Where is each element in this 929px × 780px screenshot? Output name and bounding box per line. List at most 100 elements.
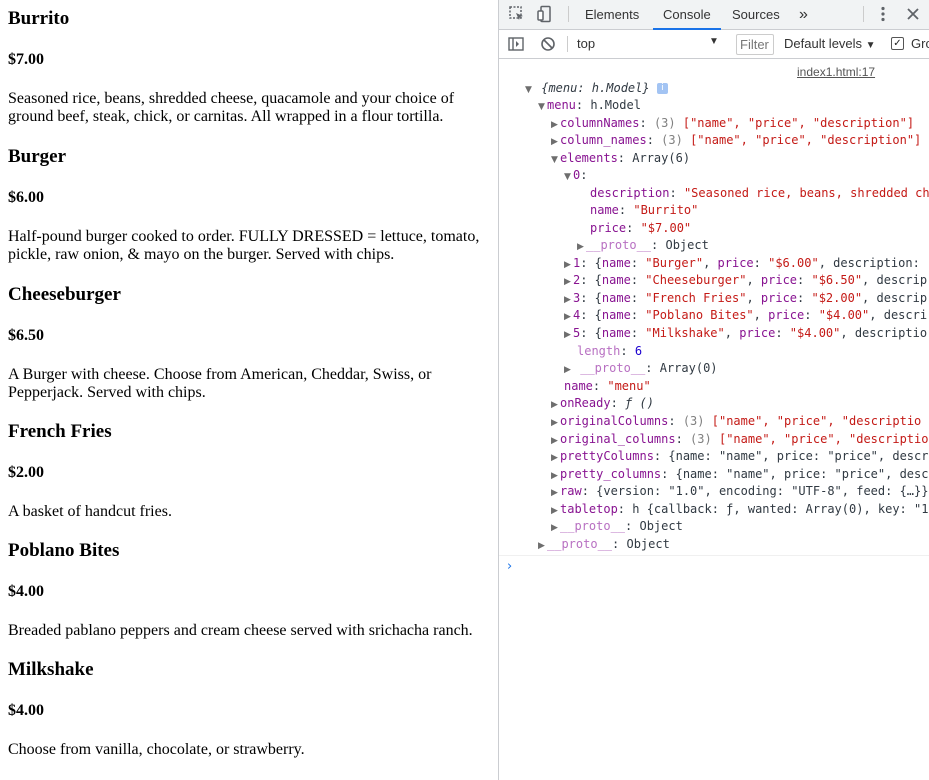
console-prompt[interactable]: › — [507, 559, 512, 574]
tree-row[interactable]: ▶ columnNames: (3) ["name", "price", "des… — [551, 115, 914, 132]
tree-row[interactable]: ▶ 1: {name: "Burger", price: "$6.00", des… — [564, 255, 920, 272]
item-description: A basket of handcut fries. — [8, 503, 172, 520]
prop-key: 2 — [573, 273, 581, 287]
prop-value: "$4.00" — [789, 326, 841, 340]
tree-row: name: "menu" — [564, 379, 651, 393]
prop-value: "$7.00" — [640, 221, 692, 235]
prop-key: name — [564, 379, 593, 393]
item-description: Half-pound burger cooked to order. FULLY… — [8, 228, 480, 263]
group-similar-checkbox[interactable]: ✓ — [891, 37, 904, 50]
prop-value: ["name", "price", "descriptio — [711, 414, 922, 428]
context-selector[interactable]: top — [577, 36, 595, 51]
toolbar-divider — [568, 6, 569, 22]
tab-sources[interactable]: Sources — [732, 0, 780, 29]
item-price: $2.00 — [8, 464, 44, 481]
tree-row[interactable]: ▶ tabletop: h {callback: ƒ, wanted: Array… — [551, 501, 928, 518]
prop-key: 0 — [573, 168, 581, 182]
tree-row[interactable]: ▶ __proto__: Object — [538, 536, 670, 553]
item-price: $6.50 — [8, 327, 44, 344]
tree-row[interactable]: ▶ prettyColumns: {name: "name", price: "p… — [551, 448, 928, 465]
prop-key: __proto__ — [547, 537, 613, 551]
tree-row[interactable]: ▶ 3: {name: "French Fries", price: "$2.00… — [564, 290, 927, 307]
tab-console[interactable]: Console — [653, 0, 721, 30]
tree-row[interactable]: ▶ __proto__: Array(0) — [564, 360, 718, 377]
prop-value: Object — [639, 519, 683, 533]
item-price: $6.00 — [8, 189, 44, 206]
prop-key: elements — [560, 151, 618, 165]
tree-row[interactable]: ▶ pretty_columns: {name: "name", price: "… — [551, 466, 928, 483]
prop-value: h {callback: ƒ, wanted: Array(0), key: "… — [632, 502, 929, 516]
collapsed-triangle-icon: ▶ — [564, 277, 571, 287]
tree-row[interactable]: ▶ __proto__: Object — [577, 237, 709, 254]
item-name: Burrito — [8, 8, 70, 29]
tab-elements[interactable]: Elements — [585, 0, 639, 29]
collapsed-triangle-icon: ▶ — [551, 453, 558, 463]
tree-row[interactable]: ▶ column_names: (3) ["name", "price", "de… — [551, 132, 921, 149]
tree-row[interactable]: ▶ original_columns: (3) ["name", "price",… — [551, 431, 928, 448]
item-name: Milkshake — [8, 659, 94, 680]
prop-count: (3) — [690, 432, 712, 446]
tree-row[interactable]: ▶ __proto__: Object — [551, 518, 683, 535]
tree-row[interactable]: ▼ 0: — [564, 167, 587, 184]
close-icon[interactable] — [904, 5, 922, 23]
prop-key: pretty_columns — [560, 467, 662, 481]
prop-key: price — [590, 221, 627, 235]
info-icon[interactable]: i — [656, 83, 668, 94]
group-similar-label: Gro — [911, 36, 929, 51]
prop-value: Object — [626, 537, 670, 551]
prop-value: "Poblano Bites" — [645, 308, 754, 322]
prop-tail: , descriptio — [840, 326, 928, 340]
collapsed-triangle-icon: ▶ — [551, 400, 558, 410]
device-toolbar-icon[interactable] — [536, 5, 554, 23]
collapsed-triangle-icon: ▶ — [564, 365, 571, 375]
tree-row[interactable]: ▼ menu: h.Model — [538, 97, 641, 114]
prop-tail: , descri — [869, 308, 928, 322]
source-link[interactable]: index1.html:17 — [797, 65, 875, 79]
prop-key: 5 — [573, 326, 581, 340]
tree-row[interactable]: ▶ raw: {version: "1.0", encoding: "UTF-8"… — [551, 483, 928, 500]
devtools-tabbar: Elements Console Sources » — [499, 0, 929, 30]
prop-value: ["name", "price", "description"] — [682, 116, 915, 130]
prop-value: {version: "1.0", encoding: "UTF-8", feed… — [596, 484, 929, 498]
tree-row: name: "Burrito" — [590, 203, 699, 217]
expand-triangle-icon: ▼ — [525, 85, 532, 95]
devtools-panel: Elements Console Sources » top ▼ Filter … — [499, 0, 929, 780]
item-price: $7.00 — [8, 51, 44, 68]
filter-placeholder: Filter — [740, 37, 769, 52]
collapsed-triangle-icon: ▶ — [564, 330, 571, 340]
inspect-element-icon[interactable] — [508, 5, 526, 23]
tree-row[interactable]: ▶ 4: {name: "Poblano Bites", price: "$4.0… — [564, 307, 927, 324]
prop-value: 6 — [634, 344, 643, 358]
kebab-menu-icon[interactable] — [874, 5, 892, 23]
item-name: Poblano Bites — [8, 540, 120, 561]
root-summary: {menu: h.Model} — [541, 81, 650, 95]
item-name: French Fries — [8, 421, 112, 442]
clear-console-icon[interactable] — [539, 35, 557, 53]
prompt-divider — [499, 555, 929, 556]
prop-value: "$6.50" — [811, 273, 863, 287]
prop-value: "Burrito" — [633, 203, 699, 217]
more-tabs-icon[interactable]: » — [799, 0, 808, 29]
tree-row[interactable]: ▶ originalColumns: (3) ["name", "price", … — [551, 413, 921, 430]
menu-page: Burrito $7.00 Seasoned rice, beans, shre… — [0, 0, 498, 780]
chevron-down-icon[interactable]: ▼ — [709, 36, 719, 47]
tree-row[interactable]: ▶ onReady: ƒ () — [551, 395, 654, 412]
toolbar-divider — [863, 6, 864, 22]
tree-row[interactable]: ▶ 2: {name: "Cheeseburger", price: "$6.50… — [564, 272, 927, 289]
tree-root[interactable]: ▼ {menu: h.Model} i — [525, 80, 668, 97]
log-levels-dropdown[interactable]: Default levels ▼ — [784, 36, 876, 51]
collapsed-triangle-icon: ▶ — [564, 312, 571, 322]
collapsed-triangle-icon: ▶ — [577, 242, 584, 252]
prop-value: h.Model — [590, 98, 641, 112]
console-output: index1.html:17 ▼ {menu: h.Model} i ▼ menu… — [499, 59, 929, 780]
prop-key: prettyColumns — [560, 449, 654, 463]
collapsed-triangle-icon: ▶ — [551, 488, 558, 498]
prop-value: ["name", "price", "description"] — [690, 133, 922, 147]
prop-value: "Cheeseburger" — [645, 273, 747, 287]
prop-count: (3) — [661, 133, 683, 147]
collapsed-triangle-icon: ▶ — [551, 137, 558, 147]
tree-row[interactable]: ▼ elements: Array(6) — [551, 150, 690, 167]
filter-input[interactable]: Filter — [736, 34, 774, 55]
sidebar-toggle-icon[interactable] — [507, 35, 525, 53]
tree-row[interactable]: ▶ 5: {name: "Milkshake", price: "$4.00", … — [564, 325, 927, 342]
